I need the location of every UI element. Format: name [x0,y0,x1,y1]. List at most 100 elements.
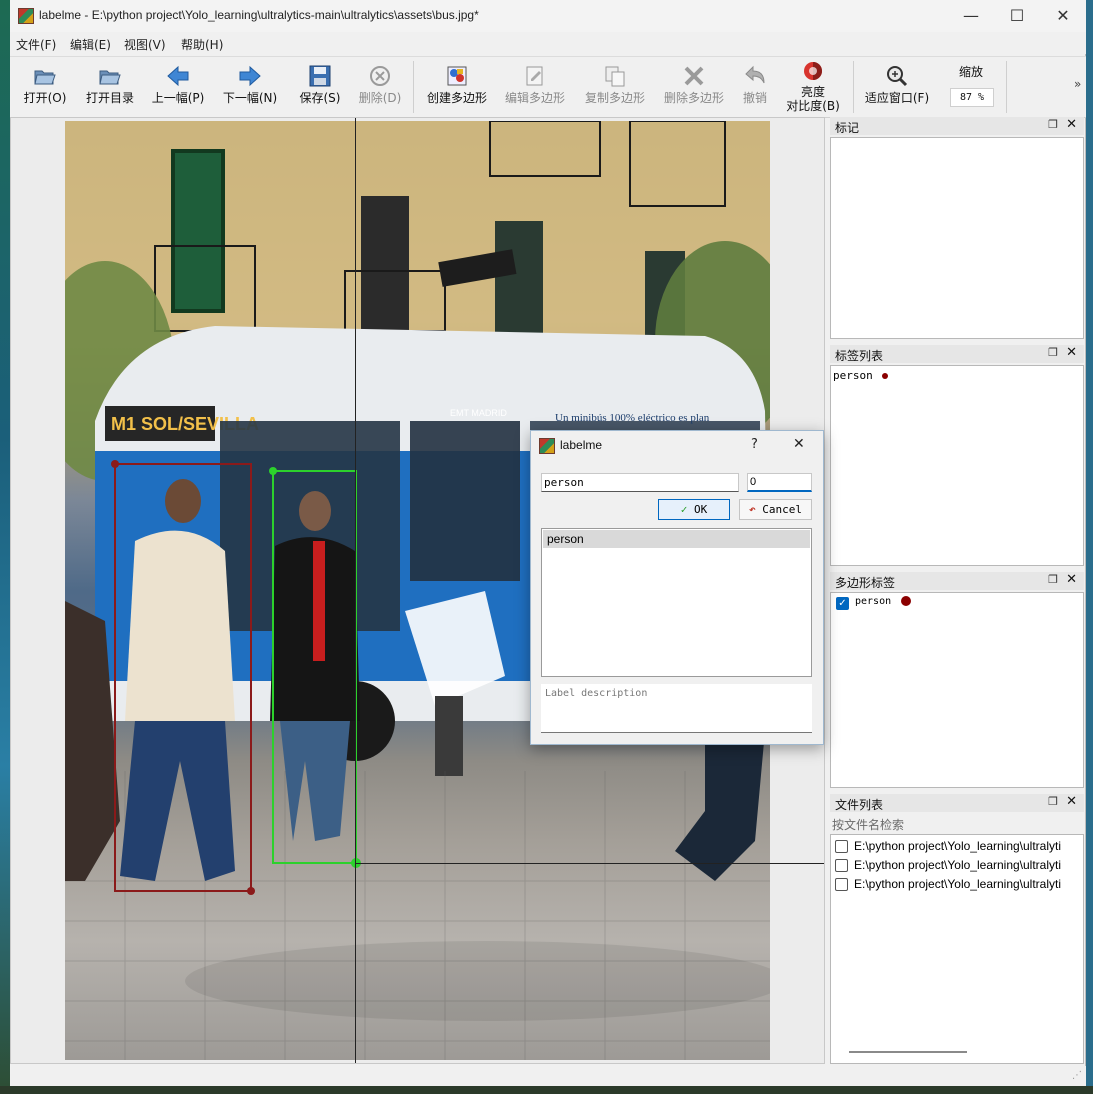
undo-label: 撤销 [742,91,767,105]
horizontal-scrollbar[interactable] [849,1051,967,1053]
edit-polygon-button[interactable]: 编辑多边形 [500,59,570,113]
label-input[interactable]: person [541,473,739,492]
brightness-label-1: 亮度 [800,85,825,99]
prev-image-button[interactable]: 上一幅(P) [146,59,210,113]
menu-view[interactable]: 视图(V) [124,36,166,53]
label-list-item-text: person [833,369,873,382]
arrow-right-icon [239,65,261,87]
list-item[interactable]: person [833,369,889,382]
open-dir-label: 打开目录 [85,91,134,105]
brightness-label-2: 对比度(B) [786,99,840,113]
next-image-button[interactable]: 下一幅(N) [218,59,282,113]
fit-window-label: 适应窗口(F) [864,91,930,105]
file-search-input[interactable]: 按文件名检索 [830,814,1084,834]
zoom-icon [887,66,908,87]
close-button[interactable]: ✕ [1040,3,1086,29]
brightness-contrast-button[interactable]: 亮度 对比度(B) [780,59,846,113]
toolbar-separator [413,61,414,113]
undo-icon [745,65,765,84]
cancel-label: Cancel [762,503,802,516]
polygon-label-item[interactable]: person [855,596,912,607]
folder-open-icon [99,70,121,85]
label-dialog: labelme ? ✕ person 0 ✓ OK ↶ Cancel perso… [530,430,824,745]
float-dock-icon[interactable]: ❐ [1048,573,1058,586]
cancel-button[interactable]: ↶ Cancel [739,499,812,520]
label-choice-list[interactable]: person [541,528,812,677]
label-list-dock-title: 标签列表 ❐ ✕ [830,345,1084,363]
open-label: 打开(O) [23,91,67,105]
file-checkbox[interactable] [835,878,848,892]
list-item[interactable]: E:\python project\Yolo_learning\ultralyt… [835,877,1083,896]
maximize-button[interactable]: ☐ [994,3,1040,29]
open-dir-button[interactable]: 打开目录 [80,59,140,113]
float-dock-icon[interactable]: ❐ [1048,346,1058,359]
copy-polygon-label: 复制多边形 [584,91,645,105]
create-polygon-button[interactable]: 创建多边形 [422,59,492,113]
arrow-left-icon [167,65,189,87]
desktop-background [0,0,10,1094]
dialog-title: labelme [560,438,603,452]
list-item[interactable]: E:\python project\Yolo_learning\ultralyt… [835,839,1083,858]
bus-side-text: Un minibús 100% eléctrico es plan [555,412,710,424]
close-dock-icon[interactable]: ✕ [1066,572,1077,587]
file-list[interactable]: E:\python project\Yolo_learning\ultralyt… [830,834,1084,1064]
polygon-labels-dock-title: 多边形标签 ❐ ✕ [830,572,1084,590]
flags-dock-label: 标记 [835,121,860,135]
toolbar-separator [1006,61,1007,113]
file-list-dock-label: 文件列表 [835,798,884,812]
copy-polygon-button[interactable]: 复制多边形 [580,59,650,113]
resize-grip-icon[interactable]: ⋰ [1072,1070,1082,1081]
list-item[interactable]: E:\python project\Yolo_learning\ultralyt… [835,858,1083,877]
minimize-button[interactable]: — [948,3,994,29]
undo-button[interactable]: 撤销 [734,59,776,113]
title-bar[interactable]: labelme - E:\python project\Yolo_learnin… [10,0,1086,32]
list-item[interactable]: person [543,530,810,548]
crosshair-vertical [355,118,356,1063]
toolbar-separator [853,61,854,113]
flags-dock-title: 标记 ❐ ✕ [830,117,1084,135]
ok-button[interactable]: ✓ OK [658,499,730,520]
label-list[interactable]: person [830,365,1084,566]
toolbar: 打开(O) 打开目录 上一幅(P) 下一幅(N) 保存(S) 删除(D) 创建多… [10,56,1086,118]
label-list-dock-label: 标签列表 [835,349,884,363]
delete-file-label: 删除(D) [358,91,402,105]
brightness-icon [804,62,822,80]
group-id-input[interactable]: 0 [747,473,812,492]
zoom-label: 缩放 [958,65,983,79]
next-image-label: 下一幅(N) [222,91,278,105]
label-description-input[interactable]: Label description [541,684,812,733]
ok-label: OK [694,503,708,516]
delete-polygon-label: 删除多边形 [663,91,724,105]
menu-help[interactable]: 帮助(H) [181,36,223,53]
zoom-value-input[interactable]: 87 % [950,88,994,107]
edit-polygon-label: 编辑多边形 [504,91,565,105]
file-checkbox[interactable] [835,840,848,854]
labelme-app-icon [18,8,34,24]
window-title: labelme - E:\python project\Yolo_learnin… [39,8,479,22]
dialog-close-button[interactable]: ✕ [793,436,805,452]
dialog-title-bar[interactable]: labelme ? ✕ [531,431,823,459]
flags-list[interactable] [830,137,1084,339]
status-bar: ⋰ [10,1066,1086,1086]
help-icon[interactable]: ? [751,437,758,452]
polygon-labels-list[interactable]: ✓ person [830,592,1084,788]
edit-polygon-icon [526,66,543,86]
open-button[interactable]: 打开(O) [16,59,74,113]
delete-file-button[interactable]: 删除(D) [354,59,406,113]
fit-window-button[interactable]: 适应窗口(F) [860,59,934,113]
create-polygon-icon [447,66,467,86]
prev-image-label: 上一幅(P) [151,91,205,105]
delete-polygon-button[interactable]: 删除多边形 [658,59,730,113]
close-dock-icon[interactable]: ✕ [1066,345,1077,360]
taskbar-strip [0,1086,1093,1094]
polygon-visible-checkbox[interactable]: ✓ [836,597,849,610]
close-dock-icon[interactable]: ✕ [1066,794,1077,809]
float-dock-icon[interactable]: ❐ [1048,795,1058,808]
toolbar-overflow-button[interactable]: » [1074,77,1081,91]
menu-file[interactable]: 文件(F) [16,36,56,53]
menu-edit[interactable]: 编辑(E) [70,36,111,53]
file-checkbox[interactable] [835,859,848,873]
float-dock-icon[interactable]: ❐ [1048,118,1058,131]
close-dock-icon[interactable]: ✕ [1066,117,1077,132]
save-button[interactable]: 保存(S) [290,59,350,113]
